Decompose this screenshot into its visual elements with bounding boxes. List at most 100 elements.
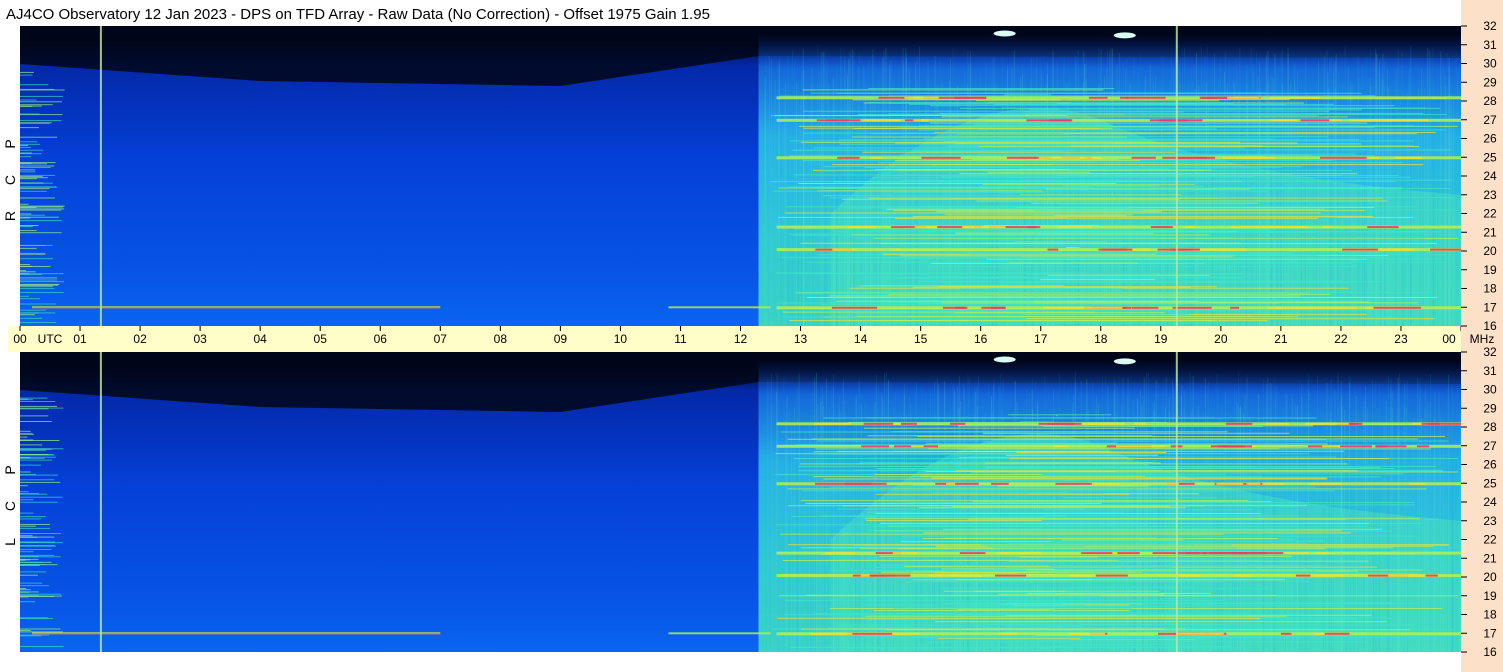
emission-line [1012,473,1404,475]
emission-line [770,181,1397,183]
strong-band-segment [814,422,852,425]
emission-line [836,508,1086,510]
emission-line [977,153,1356,155]
interference-line [20,524,50,525]
texture-streak [1118,53,1120,327]
texture-streak [1334,389,1336,652]
time-tick-label: 17 [1034,332,1048,346]
texture-streak [1189,96,1190,326]
emission-line [962,251,1432,253]
texture-streak [779,65,781,326]
emission-line [987,545,1086,547]
interference-line [20,533,61,534]
time-tick-label: 12 [734,332,748,346]
emission-line [868,102,1229,104]
interference-line [20,471,31,473]
strong-band-segment [946,482,956,485]
strong-band-segment [1284,552,1309,555]
emission-line [958,425,1314,427]
emission-line [888,113,1374,115]
emission-line [787,488,1427,490]
emission-line [813,147,1245,149]
strong-band-segment [845,632,893,635]
emission-line [982,183,1195,185]
strong-band-segment [995,574,1027,577]
freq-tick-label: 21 [1483,225,1497,239]
emission-line [923,532,1352,534]
interference-line [20,149,44,151]
texture-streak [1424,390,1426,652]
interference-line [20,527,51,529]
strong-band-segment [1373,306,1421,309]
interference-line [20,298,40,300]
interference-line [20,541,40,543]
interference-line [20,104,53,106]
time-axis-band: 00 01 02 03 04 05 06 07 08 09 10 11 12 13 14 15 16 17 18 19… [8,326,1494,352]
texture-streak [1337,372,1339,652]
texture-streak [796,388,798,652]
emission-line [817,440,1449,442]
interference-line [20,314,35,316]
texture-streak [1207,47,1209,326]
freq-tick-label: 22 [1483,533,1497,547]
interference-line [20,551,34,553]
emission-line [815,448,1431,450]
strong-band-segment [981,306,1006,309]
texture-streak [858,375,860,652]
texture-streak [1392,412,1394,652]
texture-streak [1018,421,1020,652]
freq-tick-label: 19 [1483,589,1497,603]
emission-line [866,519,1042,521]
strong-band-segment [1267,306,1315,309]
strong-band-segment [1047,248,1059,251]
texture-streak [1374,381,1376,652]
strong-band-segment [1095,574,1128,577]
interference-line [20,430,31,432]
texture-streak [813,377,815,652]
emission-line [874,566,1172,568]
texture-streak [840,412,842,652]
strong-band-segment [1131,156,1156,159]
time-tick-label: 03 [193,332,207,346]
texture-streak [824,431,826,652]
emission-line [941,302,1418,304]
strong-band-segment [1385,248,1400,251]
emission-line [932,492,1069,494]
texture-streak [1419,380,1421,652]
texture-streak [1189,372,1191,652]
time-tick-label: 09 [554,332,568,346]
interference-line [20,481,61,483]
interference-line [20,512,34,514]
strong-band-segment [1117,552,1140,555]
time-tick-label: 01 [73,332,87,346]
texture-streak [1438,431,1440,652]
texture-streak [852,421,854,652]
interference-line [20,146,31,148]
texture-streak [1335,60,1337,327]
emission-line [885,629,1411,631]
interference-line [20,277,58,279]
texture-streak [1198,396,1200,652]
texture-streak [844,59,846,327]
interference-line [20,281,65,283]
emission-line [1033,210,1143,212]
vertical-marker [1175,352,1178,652]
emission-line [853,237,1426,239]
emission-line [834,624,1416,626]
emission-line [912,150,1065,152]
emission-line [874,474,1043,475]
emission-line [895,160,1140,162]
strong-band-segment [1131,306,1159,309]
interference-line [20,162,56,164]
interference-line [20,226,34,227]
emission-line [806,261,1446,263]
texture-streak [1340,397,1342,652]
texture-streak [872,420,874,652]
emission-line [800,500,1249,502]
emission-line [872,525,1182,527]
time-tick-label: 21 [1274,332,1288,346]
freq-tick-label: 23 [1483,514,1497,528]
texture-streak [1382,53,1384,326]
texture-streak [1369,77,1371,327]
strong-band-segment [1185,552,1207,555]
